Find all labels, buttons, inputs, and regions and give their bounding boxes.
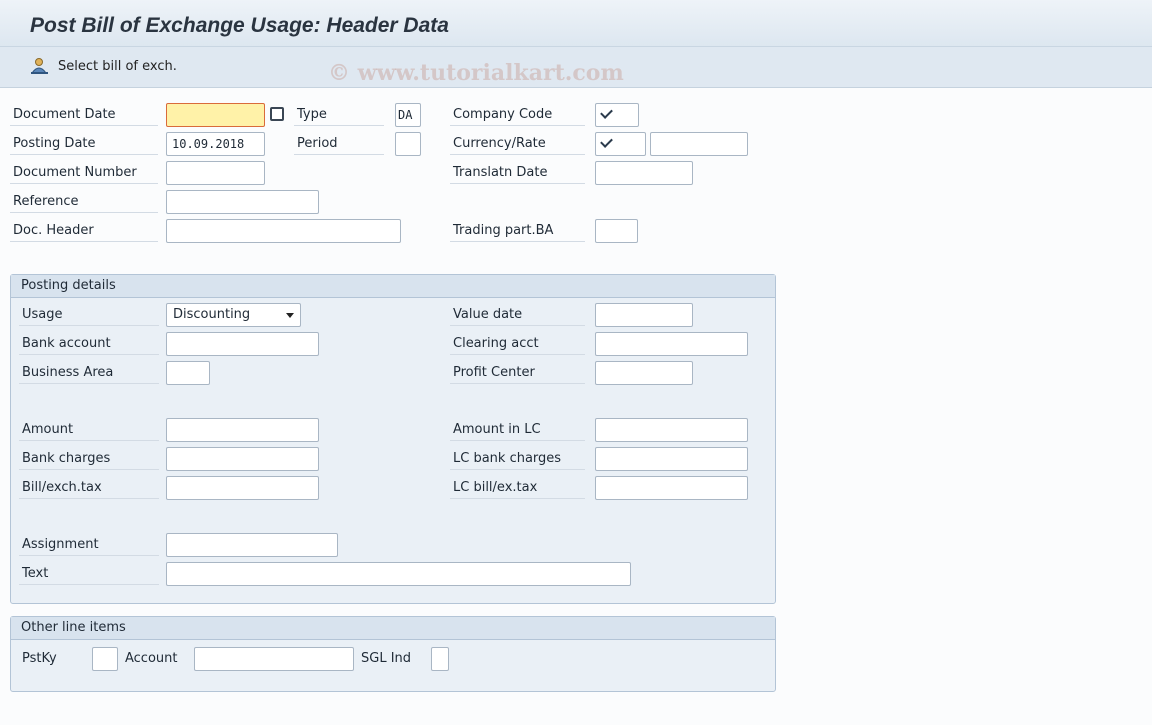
posting-date-label: Posting Date (10, 133, 158, 155)
clearing-account-input[interactable] (595, 332, 748, 356)
pstky-label: PstKy (22, 651, 57, 666)
document-date-label: Document Date (10, 104, 158, 126)
lc-bill-ex-tax-label: LC bill/ex.tax (450, 477, 585, 499)
amount-label: Amount (19, 419, 159, 441)
usage-label: Usage (19, 304, 159, 326)
currency-input[interactable] (595, 132, 646, 156)
bank-charges-label: Bank charges (19, 448, 159, 470)
type-label: Type (294, 104, 384, 126)
type-input[interactable] (395, 103, 421, 127)
calendar-help-icon[interactable] (270, 107, 284, 121)
business-area-label: Business Area (19, 362, 159, 384)
dropdown-arrow-icon (286, 313, 294, 318)
amount-in-lc-label: Amount in LC (450, 419, 585, 441)
period-input[interactable] (395, 132, 421, 156)
select-bill-of-exchange-label: Select bill of exch. (58, 59, 177, 74)
document-date-input[interactable] (166, 103, 265, 127)
bank-charges-input[interactable] (166, 447, 319, 471)
profit-center-input[interactable] (595, 361, 693, 385)
assignment-input[interactable] (166, 533, 338, 557)
lc-bank-charges-input[interactable] (595, 447, 748, 471)
pstky-input[interactable] (92, 647, 118, 671)
sgl-ind-input[interactable] (431, 647, 449, 671)
doc-header-input[interactable] (166, 219, 401, 243)
other-line-items-header: Other line items (11, 617, 775, 640)
watermark: © www.tutorialkart.com (328, 60, 624, 86)
sgl-ind-label: SGL Ind (361, 651, 412, 666)
account-label: Account (125, 651, 178, 666)
account-input[interactable] (194, 647, 354, 671)
bill-exch-tax-label: Bill/exch.tax (19, 477, 159, 499)
trading-partner-ba-input[interactable] (595, 219, 638, 243)
posting-details-header: Posting details (11, 275, 775, 298)
value-date-label: Value date (450, 304, 585, 326)
reference-label: Reference (10, 191, 158, 213)
bill-exch-tax-input[interactable] (166, 476, 319, 500)
posting-details-title: Posting details (21, 278, 116, 293)
text-label: Text (19, 563, 159, 585)
translation-date-input[interactable] (595, 161, 693, 185)
assignment-label: Assignment (19, 534, 159, 556)
usage-dropdown[interactable]: Discounting (166, 303, 301, 327)
value-date-input[interactable] (595, 303, 693, 327)
translation-date-label: Translatn Date (450, 162, 585, 184)
page-title: Post Bill of Exchange Usage: Header Data (30, 14, 449, 37)
bank-account-input[interactable] (166, 332, 319, 356)
doc-header-label: Doc. Header (10, 220, 158, 242)
currency-rate-label: Currency/Rate (450, 133, 585, 155)
bank-account-label: Bank account (19, 333, 159, 355)
required-entry-icon (598, 105, 618, 125)
title-bar: Post Bill of Exchange Usage: Header Data (0, 0, 1152, 47)
company-code-label: Company Code (450, 104, 585, 126)
reference-input[interactable] (166, 190, 319, 214)
amount-in-lc-input[interactable] (595, 418, 748, 442)
company-code-input[interactable] (595, 103, 639, 127)
document-number-label: Document Number (10, 162, 158, 184)
profit-center-label: Profit Center (450, 362, 585, 384)
trading-partner-ba-label: Trading part.BA (450, 220, 585, 242)
period-label: Period (294, 133, 384, 155)
text-input[interactable] (166, 562, 631, 586)
usage-selected-value: Discounting (173, 307, 251, 322)
required-entry-icon (598, 134, 618, 154)
exchange-rate-input[interactable] (650, 132, 748, 156)
lc-bank-charges-label: LC bank charges (450, 448, 585, 470)
business-area-input[interactable] (166, 361, 210, 385)
amount-input[interactable] (166, 418, 319, 442)
posting-date-input[interactable] (166, 132, 265, 156)
person-select-icon (31, 58, 48, 74)
other-line-items-title: Other line items (21, 620, 126, 635)
document-number-input[interactable] (166, 161, 265, 185)
clearing-account-label: Clearing acct (450, 333, 585, 355)
lc-bill-ex-tax-input[interactable] (595, 476, 748, 500)
